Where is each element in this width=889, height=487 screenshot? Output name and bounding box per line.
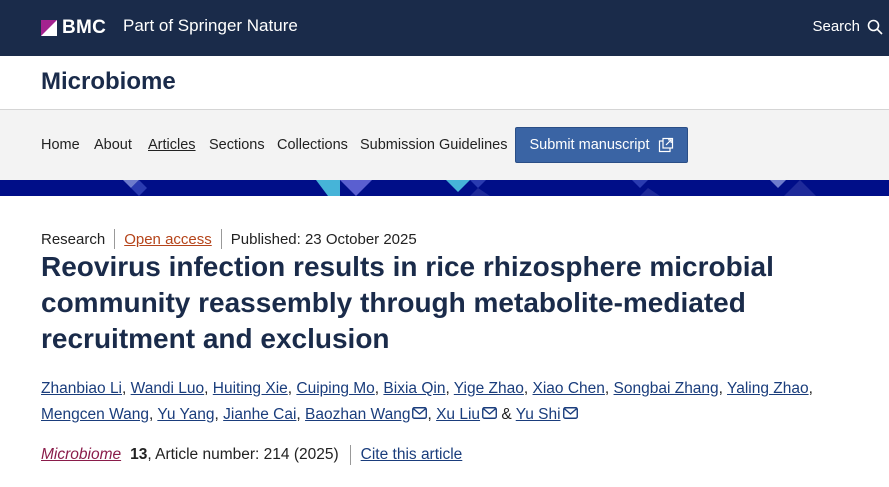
bmc-logo-mark-icon — [41, 20, 57, 36]
decorative-banner — [0, 180, 889, 196]
author-link[interactable]: Yaling Zhao — [727, 380, 809, 397]
bmc-logo-text: BMC — [62, 17, 107, 38]
nav-sections[interactable]: Sections — [209, 137, 265, 153]
author-link[interactable]: Baozhan Wang — [305, 406, 410, 423]
author-link[interactable]: Cuiping Mo — [296, 380, 374, 397]
submit-manuscript-label: Submit manuscript — [529, 137, 650, 153]
author-link[interactable]: Yu Yang — [157, 406, 214, 423]
journal-title-link[interactable]: Microbiome — [41, 68, 176, 96]
mail-icon[interactable] — [482, 407, 497, 419]
citation-journal-link[interactable]: Microbiome — [41, 446, 121, 464]
external-link-icon — [658, 137, 673, 153]
meta-divider — [220, 229, 222, 249]
citation-volume: 13 — [130, 446, 148, 463]
author-link[interactable]: Huiting Xie — [213, 380, 288, 397]
author-link[interactable]: Zhanbiao Li — [41, 380, 122, 397]
author-link[interactable]: Xiao Chen — [533, 380, 605, 397]
journal-nav: Home About Articles Sections Collections… — [0, 110, 889, 180]
nav-submission-guidelines[interactable]: Submission Guidelines — [360, 137, 508, 153]
cite-this-article-link[interactable]: Cite this article — [361, 446, 463, 464]
search-label: Search — [812, 18, 860, 35]
author-link[interactable]: Songbai Zhang — [614, 380, 719, 397]
nav-about[interactable]: About — [94, 137, 132, 153]
meta-divider — [114, 229, 116, 249]
author-link[interactable]: Xu Liu — [436, 406, 480, 423]
search-icon — [867, 19, 883, 35]
site-header: BMC Part of Springer Nature Search — [0, 0, 889, 56]
mail-icon[interactable] — [412, 407, 428, 419]
and-separator: & — [501, 406, 512, 423]
search-button[interactable]: Search — [812, 18, 883, 35]
author-list: Zhanbiao Li, Wandi Luo, Huiting Xie, Cui… — [41, 380, 813, 423]
citation-line: Microbiome 13 , Article number: 214 (202… — [41, 445, 462, 465]
springer-nature-tagline[interactable]: Part of Springer Nature — [123, 16, 298, 36]
nav-collections[interactable]: Collections — [277, 137, 348, 153]
banner-pattern-icon — [123, 180, 816, 196]
bmc-logo[interactable]: BMC — [41, 17, 106, 39]
journal-band: Microbiome — [0, 56, 889, 110]
open-access-link[interactable]: Open access — [124, 231, 212, 248]
article-meta: Research Open access Published: 23 Octob… — [41, 229, 417, 249]
author-link[interactable]: Bixia Qin — [383, 380, 445, 397]
nav-articles[interactable]: Articles — [148, 137, 196, 153]
submit-manuscript-button[interactable]: Submit manuscript — [515, 127, 688, 163]
author-link[interactable]: Wandi Luo — [131, 380, 205, 397]
article-type: Research — [41, 230, 106, 248]
author-link[interactable]: Yu Shi — [516, 406, 561, 423]
author-link[interactable]: Jianhe Cai — [223, 406, 296, 423]
nav-home[interactable]: Home — [41, 137, 80, 153]
citation-divider — [349, 445, 351, 465]
published-date: Published: 23 October 2025 — [230, 230, 417, 248]
mail-icon[interactable] — [562, 407, 578, 419]
author-link[interactable]: Mengcen Wang — [41, 406, 149, 423]
author-link[interactable]: Yige Zhao — [454, 380, 524, 397]
article-title: Reovirus infection results in rice rhizo… — [41, 251, 774, 354]
citation-article-number: , Article number: 214 (2025) — [147, 446, 339, 463]
